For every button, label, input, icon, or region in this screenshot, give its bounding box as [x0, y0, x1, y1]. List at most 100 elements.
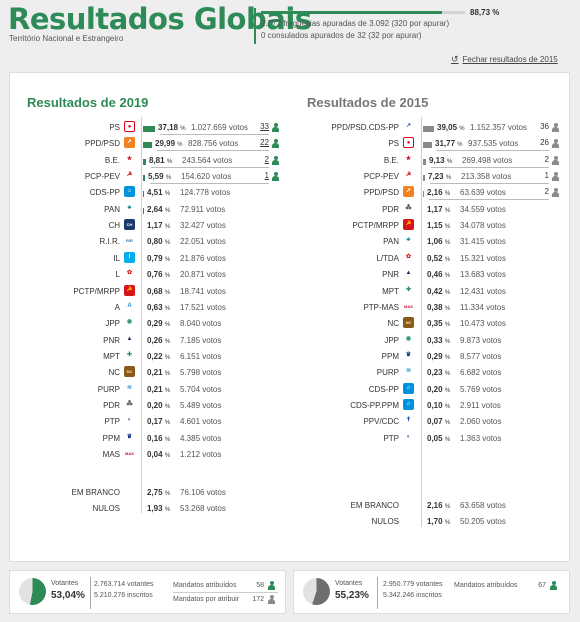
vote-percent-value: 0,10 [427, 400, 443, 410]
party-result-row[interactable]: PPD/PSD ➚ 2,16 % 63.639 votos 2 [10, 185, 571, 202]
vote-percent-value: 0,05 [427, 433, 443, 443]
party-result-row[interactable]: L/TDA ✿ 0,52 % 15.321 votos [10, 251, 571, 268]
party-name: PTP-MAS [363, 302, 399, 312]
vote-percent-value: 0,29 [427, 351, 443, 361]
vote-percent: 9,13 % [429, 155, 453, 165]
party-result-row[interactable]: PDR ⁂ 1,17 % 34.559 votos [10, 202, 571, 219]
party-logo-mas-icon: MAS [403, 300, 414, 312]
party-result-row[interactable]: NC NC 0,35 % 10.473 votos [10, 316, 571, 333]
party-logo-ptp-icon: ◐ [403, 431, 414, 443]
party-logo-l-icon: ✿ [403, 251, 414, 263]
vote-percent: 0,52 % [427, 253, 451, 263]
results-card: Resultados de 2019 PS ● 37,18 % 1.027.659 v… [9, 72, 570, 562]
party-result-row[interactable]: PCTP/MRPP ☭ 1,15 % 34.078 votos [10, 218, 571, 235]
vote-count: 8.577 votos [460, 351, 502, 361]
party-logo-paf-icon: ↗ [403, 121, 414, 132]
party-name: PPM [381, 351, 399, 361]
count-progress-fill [261, 11, 442, 14]
vote-percent: 2,16 % [427, 501, 451, 510]
party-result-row[interactable]: PPD/PSD.CDS-PP ↗ 39,05 % 1.152.357 votos 36 [10, 120, 571, 137]
vote-percent: 31,77 % [435, 139, 463, 149]
party-result-row[interactable]: MAS MAS 0,04 % 1.212 votos [10, 447, 571, 464]
party-logo-mrpp-icon: ☭ [403, 219, 414, 231]
vote-count: 50.205 votos [460, 517, 506, 526]
party-result-row[interactable]: PNR ▲ 0,46 % 13.683 votos [10, 267, 571, 284]
results-2019-title: Resultados de 2019 [27, 95, 149, 110]
party-name: PTP [383, 433, 399, 443]
vote-percent-value: 1,06 [427, 237, 443, 247]
voters-2019-label: Votantes [51, 580, 79, 587]
seats-underline [437, 150, 549, 152]
vote-percent: 0,10 % [427, 400, 451, 410]
vote-percent: 0,35 % [427, 319, 451, 329]
party-result-row[interactable]: PAN ♣ 1,06 % 31.415 votos [10, 234, 571, 251]
party-logo-jpp-icon: ◉ [403, 333, 414, 345]
party-result-row[interactable]: CDS-PP ⌂ 0,20 % 5.769 votos [10, 382, 571, 399]
vote-percent-value: 0,20 [427, 384, 443, 394]
party-logo-cds-icon: ⌂ [403, 382, 414, 394]
mandates-pending-2019-label: Mandatos por atribuir [173, 596, 240, 603]
party-result-row[interactable]: B.E. ★ 9,13 % 269.498 votos 2 [10, 153, 571, 170]
party-result-row[interactable]: PPM ♛ 0,29 % 8.577 votos [10, 349, 571, 366]
vote-count: 6.682 votos [460, 368, 502, 378]
mandates-assigned-2019-label: Mandatos atribuídos [173, 582, 237, 589]
vote-count: 9.873 votos [460, 335, 502, 345]
party-result-row[interactable]: PTP-MAS MAS 0,38 % 11.334 votos [10, 300, 571, 317]
vote-count: 10.473 votos [460, 319, 506, 329]
party-result-row[interactable]: PTP ◐ 0,05 % 1.363 votos [10, 431, 571, 448]
vote-percent-value: 0,23 [427, 368, 443, 378]
seats-underline [429, 199, 549, 201]
party-result-row[interactable]: CDS-PP.PPM ⌂ 0,10 % 2.911 votos [10, 398, 571, 415]
vote-count: 1.152.357 votos [470, 123, 527, 132]
vote-count: 34.078 votos [460, 221, 506, 231]
voters-2015-label: Votantes [335, 580, 363, 587]
footer-2019-divider [90, 577, 91, 609]
party-result-row[interactable]: PS ● 31,77 % 937.535 votos 26 [10, 136, 571, 153]
history-icon: ↺ [451, 54, 459, 64]
party-logo-ppm-icon: ♛ [403, 349, 414, 361]
seats-won: 36 [540, 122, 549, 131]
vote-percent-value: 1,17 [427, 204, 443, 214]
footer-2015-divider [377, 577, 378, 609]
party-logo-cdu-icon: ☭ [403, 170, 414, 182]
special-vote-row[interactable]: EM BRANCO 2,16 % 63.658 votos [10, 498, 571, 515]
party-logo-cds-icon: ⌂ [403, 398, 414, 410]
vote-percent: 2,75 % [147, 488, 171, 497]
page-subtitle: Território Nacional e Estrangeiro [9, 34, 124, 43]
close-2015-label: Fechar resultados de 2015 [462, 55, 558, 64]
vote-count: 11.334 votos [460, 302, 506, 312]
party-name: PS [388, 139, 399, 149]
vote-percent-value: 31,77 [435, 139, 456, 149]
vote-share-bar [423, 191, 424, 198]
registered-2015-count: 5.342.246 inscritos [383, 592, 442, 599]
vote-count: 269.498 votos [462, 155, 513, 165]
vote-count: 63.639 votos [460, 188, 506, 198]
party-name: NC [387, 319, 399, 329]
special-vote-row[interactable]: NULOS 1,70 % 50.205 votos [10, 514, 571, 531]
mandates-assigned-2015-value: 67 [538, 582, 546, 589]
vote-count: 12.431 votos [460, 286, 506, 296]
footer-2019-separator [173, 592, 278, 593]
party-result-row[interactable]: PURP ≋ 0,23 % 6.682 votos [10, 365, 571, 382]
vote-percent: 39,05 % [437, 123, 465, 132]
vote-percent-value: 2,16 [427, 501, 443, 510]
vote-percent-value: 7,23 [428, 172, 444, 182]
vote-percent-value: 1,70 [427, 517, 443, 526]
party-result-row[interactable]: MPT ✚ 0,42 % 12.431 votos [10, 284, 571, 301]
close-2015-results-link[interactable]: ↺ Fechar resultados de 2015 [451, 54, 558, 65]
vote-percent: 0,33 % [427, 335, 451, 345]
party-name: CDS-PP [368, 384, 399, 394]
party-name: B.E. [383, 155, 399, 165]
party-result-row[interactable]: PCP-PEV ☭ 7,23 % 213.358 votos 1 [10, 169, 571, 186]
vote-count: 34.559 votos [460, 204, 506, 214]
party-name: PNR [382, 270, 399, 280]
vote-count: 2.060 votos [460, 417, 502, 427]
results-2015-title: Resultados de 2015 [307, 95, 429, 110]
party-result-row[interactable]: JPP ◉ 0,33 % 9.873 votos [10, 333, 571, 350]
vote-count: 15.321 votos [460, 253, 506, 263]
vote-percent: 0,05 % [427, 433, 451, 443]
party-name: NULOS [371, 517, 399, 526]
turnout-2015-panel: Votantes 55,23% 2.950.779 votantes 5.342… [293, 570, 570, 614]
party-result-row[interactable]: PPV/CDC ✝ 0,07 % 2.060 votos [10, 414, 571, 431]
party-name: MPT [382, 286, 399, 296]
